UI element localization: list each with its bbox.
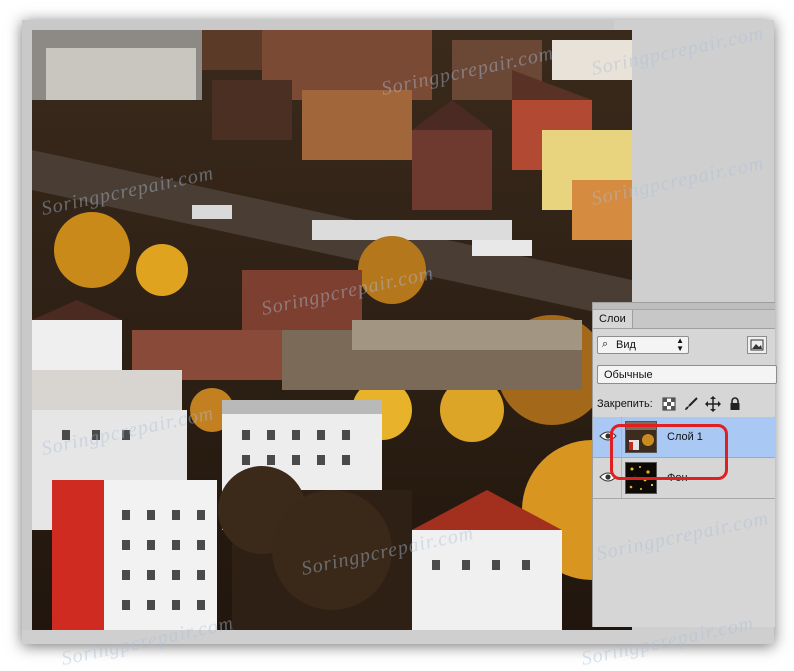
filter-kind-select[interactable]: ⌕ Вид ▲ ▼ <box>597 336 689 354</box>
image-filter-icon <box>750 339 764 351</box>
panel-tabs: Слои <box>593 310 775 329</box>
panel-titlebar[interactable] <box>593 303 775 310</box>
city-photo <box>32 30 632 630</box>
workspace-bottom <box>22 630 774 644</box>
lock-label: Закрепить: <box>597 398 653 410</box>
document-canvas[interactable] <box>32 30 632 630</box>
lock-brush-icon[interactable] <box>683 396 699 412</box>
lock-all-icon[interactable] <box>727 396 743 412</box>
image-filter-button[interactable] <box>747 336 767 354</box>
blend-mode-select[interactable]: Обычные <box>597 365 777 384</box>
selection-highlight <box>610 424 728 480</box>
filter-kind-label: Вид <box>616 339 636 351</box>
lock-pixels-icon[interactable] <box>661 396 677 412</box>
screenshot-frame: Слои ⌕ Вид ▲ ▼ Обычные Закрепить: Слой 1… <box>22 20 777 644</box>
search-icon: ⌕ <box>602 338 609 350</box>
lock-row: Закрепить: <box>597 396 773 414</box>
tab-layers[interactable]: Слои <box>593 310 633 328</box>
blend-mode-label: Обычные <box>604 369 653 381</box>
updown-arrows-icon: ▲ ▼ <box>676 336 684 353</box>
lock-move-icon[interactable] <box>705 396 721 412</box>
